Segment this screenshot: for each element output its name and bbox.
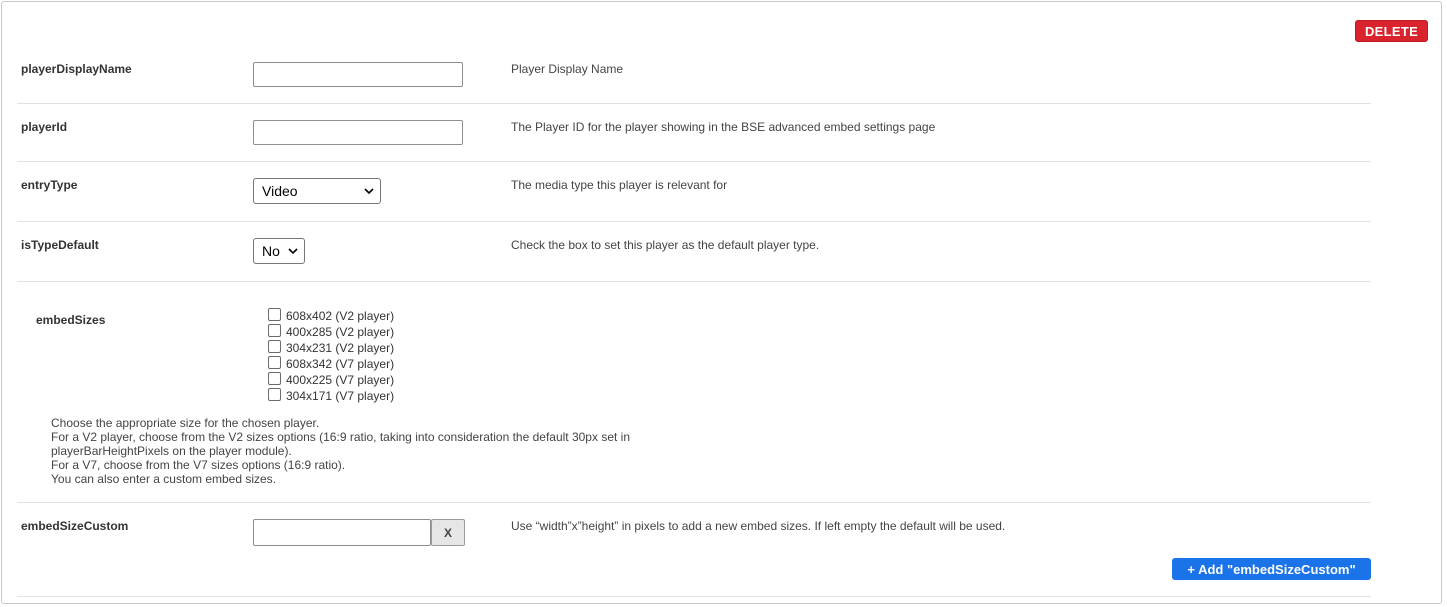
player-display-name-label: playerDisplayName — [21, 62, 132, 76]
entry-type-select[interactable]: Video — [253, 178, 381, 204]
player-display-name-description: Player Display Name — [511, 62, 624, 76]
help-line: Choose the appropriate size for the chos… — [51, 416, 320, 430]
help-line: For a V2 player, choose from the V2 size… — [51, 430, 630, 444]
row-divider — [17, 161, 1371, 162]
clear-embed-size-custom-button[interactable]: X — [431, 519, 465, 546]
embed-size-option[interactable]: 304x171 (V7 player) — [268, 388, 394, 404]
checkbox[interactable] — [268, 324, 281, 337]
row-divider — [17, 502, 1371, 503]
row-divider — [17, 596, 1371, 597]
embed-size-option-label: 304x231 (V2 player) — [286, 341, 395, 355]
help-line: playerBarHeightPixels on the player modu… — [51, 444, 292, 458]
checkbox[interactable] — [268, 372, 281, 385]
player-id-input[interactable] — [253, 120, 463, 145]
embed-size-option-label: 400x225 (V7 player) — [286, 373, 395, 387]
player-id-label: playerId — [21, 120, 68, 134]
checkbox[interactable] — [268, 356, 281, 369]
row-divider — [17, 281, 1371, 282]
embed-size-option-label: 608x402 (V2 player) — [286, 309, 395, 323]
embed-size-custom-description: Use “width”x”height” in pixels to add a … — [511, 519, 1006, 533]
delete-button[interactable]: DELETE — [1355, 20, 1428, 42]
help-line: You can also enter a custom embed sizes. — [51, 472, 277, 486]
add-embed-size-custom-button[interactable]: + Add "embedSizeCustom" — [1172, 558, 1371, 580]
embed-sizes-checkbox-list: 608x402 (V2 player) 400x285 (V2 player) … — [268, 308, 394, 404]
player-id-description: The Player ID for the player showing in … — [511, 120, 936, 134]
checkbox[interactable] — [268, 308, 281, 321]
embed-sizes-label: embedSizes — [36, 313, 106, 327]
embed-size-option[interactable]: 608x342 (V7 player) — [268, 356, 394, 372]
embed-size-option[interactable]: 400x285 (V2 player) — [268, 324, 394, 340]
checkbox[interactable] — [268, 340, 281, 353]
is-type-default-selected-value: No — [262, 243, 280, 259]
embed-size-custom-label: embedSizeCustom — [21, 519, 129, 533]
embed-size-option-label: 400x285 (V2 player) — [286, 325, 395, 339]
embed-size-option-label: 608x342 (V7 player) — [286, 357, 395, 371]
is-type-default-description: Check the box to set this player as the … — [511, 238, 820, 252]
row-divider — [17, 103, 1371, 104]
is-type-default-label: isTypeDefault — [21, 238, 99, 252]
row-divider — [17, 221, 1371, 222]
embed-size-option[interactable]: 304x231 (V2 player) — [268, 340, 394, 356]
player-display-name-input[interactable] — [253, 62, 463, 87]
checkbox[interactable] — [268, 388, 281, 401]
chevron-down-icon — [288, 248, 298, 255]
player-settings-panel — [1, 1, 1442, 604]
embed-sizes-help-text: Choose the appropriate size for the chos… — [51, 416, 651, 486]
embed-size-option[interactable]: 400x225 (V7 player) — [268, 372, 394, 388]
embed-size-option[interactable]: 608x402 (V2 player) — [268, 308, 394, 324]
is-type-default-select[interactable]: No — [253, 238, 305, 264]
chevron-down-icon — [364, 188, 374, 195]
entry-type-description: The media type this player is relevant f… — [511, 178, 728, 192]
embed-size-option-label: 304x171 (V7 player) — [286, 389, 395, 403]
entry-type-selected-value: Video — [262, 183, 298, 199]
embed-size-custom-input[interactable] — [253, 519, 431, 546]
entry-type-label: entryType — [21, 178, 78, 192]
help-line: For a V7, choose from the V7 sizes optio… — [51, 458, 346, 472]
